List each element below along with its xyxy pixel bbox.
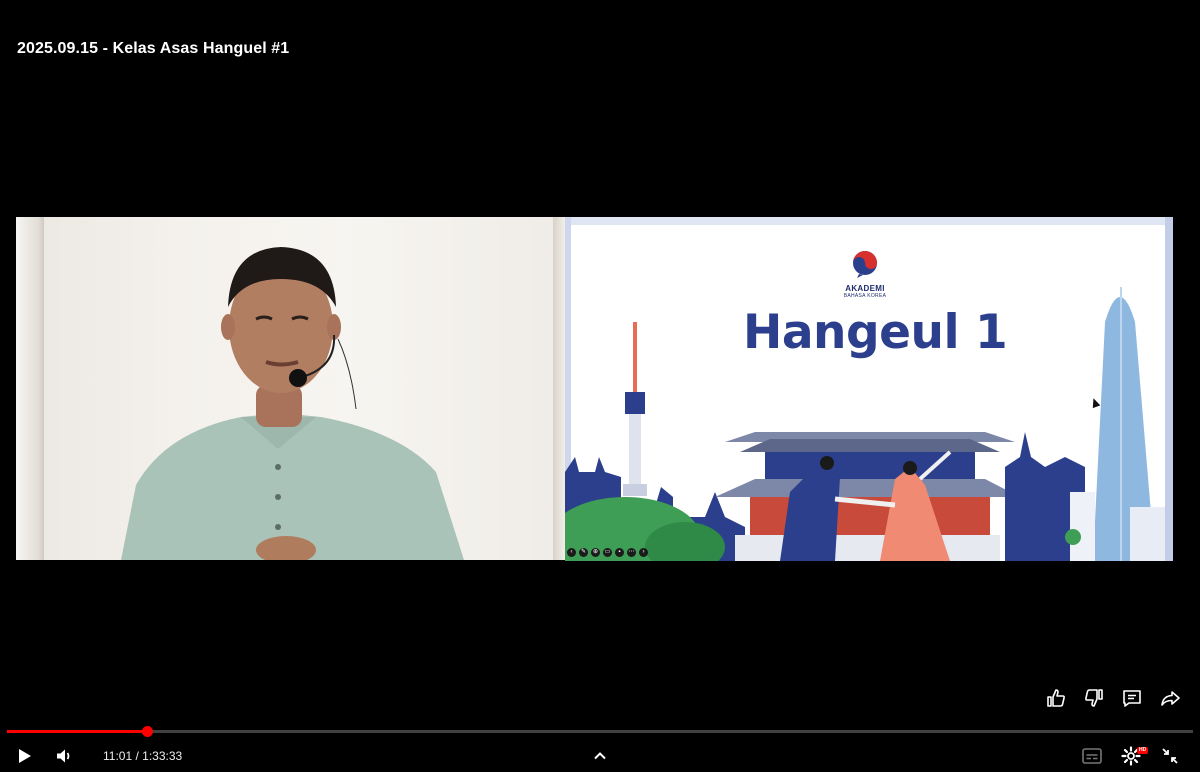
play-button[interactable]: [12, 744, 36, 768]
thumbs-down-icon[interactable]: [1082, 686, 1106, 710]
expand-button[interactable]: [588, 744, 612, 768]
prev-slide-icon[interactable]: ‹: [567, 548, 576, 557]
pen-icon[interactable]: ✎: [579, 548, 588, 557]
akademi-logo: AKADEMI BAHASA KOREA: [843, 250, 887, 299]
more-icon[interactable]: ⋯: [627, 548, 636, 557]
presentation-slide: AKADEMI BAHASA KOREA Hangeul 1 ‹ ✎ ⊕ ▭ ▪…: [565, 217, 1173, 561]
exit-fullscreen-button[interactable]: [1158, 744, 1182, 768]
next-slide-icon[interactable]: ›: [639, 548, 648, 557]
presenter-camera-feed: [16, 217, 565, 560]
exit-fullscreen-icon: [1158, 744, 1182, 768]
slide-mini-toolbar: ‹ ✎ ⊕ ▭ ▪ ⋯ ›: [567, 548, 648, 557]
seek-bar-handle[interactable]: [141, 726, 153, 737]
comment-icon[interactable]: [1120, 686, 1144, 710]
subtitles-button[interactable]: [1080, 744, 1104, 768]
logo-name: AKADEMI: [845, 284, 885, 293]
hd-badge: HD: [1137, 747, 1149, 754]
time-current: 11:01: [103, 749, 133, 763]
captions-icon[interactable]: ▭: [603, 548, 612, 557]
time-total: 1:33:33: [142, 749, 183, 763]
volume-button[interactable]: [52, 744, 76, 768]
video-actions: [1044, 686, 1182, 710]
seek-bar-played: [7, 730, 147, 733]
time-separator: /: [132, 749, 143, 763]
video-title: 2025.09.15 - Kelas Asas Hanguel #1: [17, 40, 290, 57]
time-display: 11:01 / 1:33:33: [103, 749, 182, 763]
play-icon: [12, 744, 36, 768]
logo-subtitle: BAHASA KOREA: [843, 293, 887, 299]
subtitles-icon: [1080, 744, 1104, 768]
slide-headline: Hangeul 1: [743, 305, 1008, 360]
share-icon[interactable]: [1158, 686, 1182, 710]
volume-icon: [52, 744, 76, 768]
zoom-icon[interactable]: ⊕: [591, 548, 600, 557]
thumbs-up-icon[interactable]: [1044, 686, 1068, 710]
presenter-figure: [121, 247, 464, 560]
camera-icon[interactable]: ▪: [615, 548, 624, 557]
chevron-up-icon: [588, 744, 612, 768]
seek-bar[interactable]: [7, 726, 1193, 737]
akademi-logo-mark-icon: [853, 251, 877, 278]
